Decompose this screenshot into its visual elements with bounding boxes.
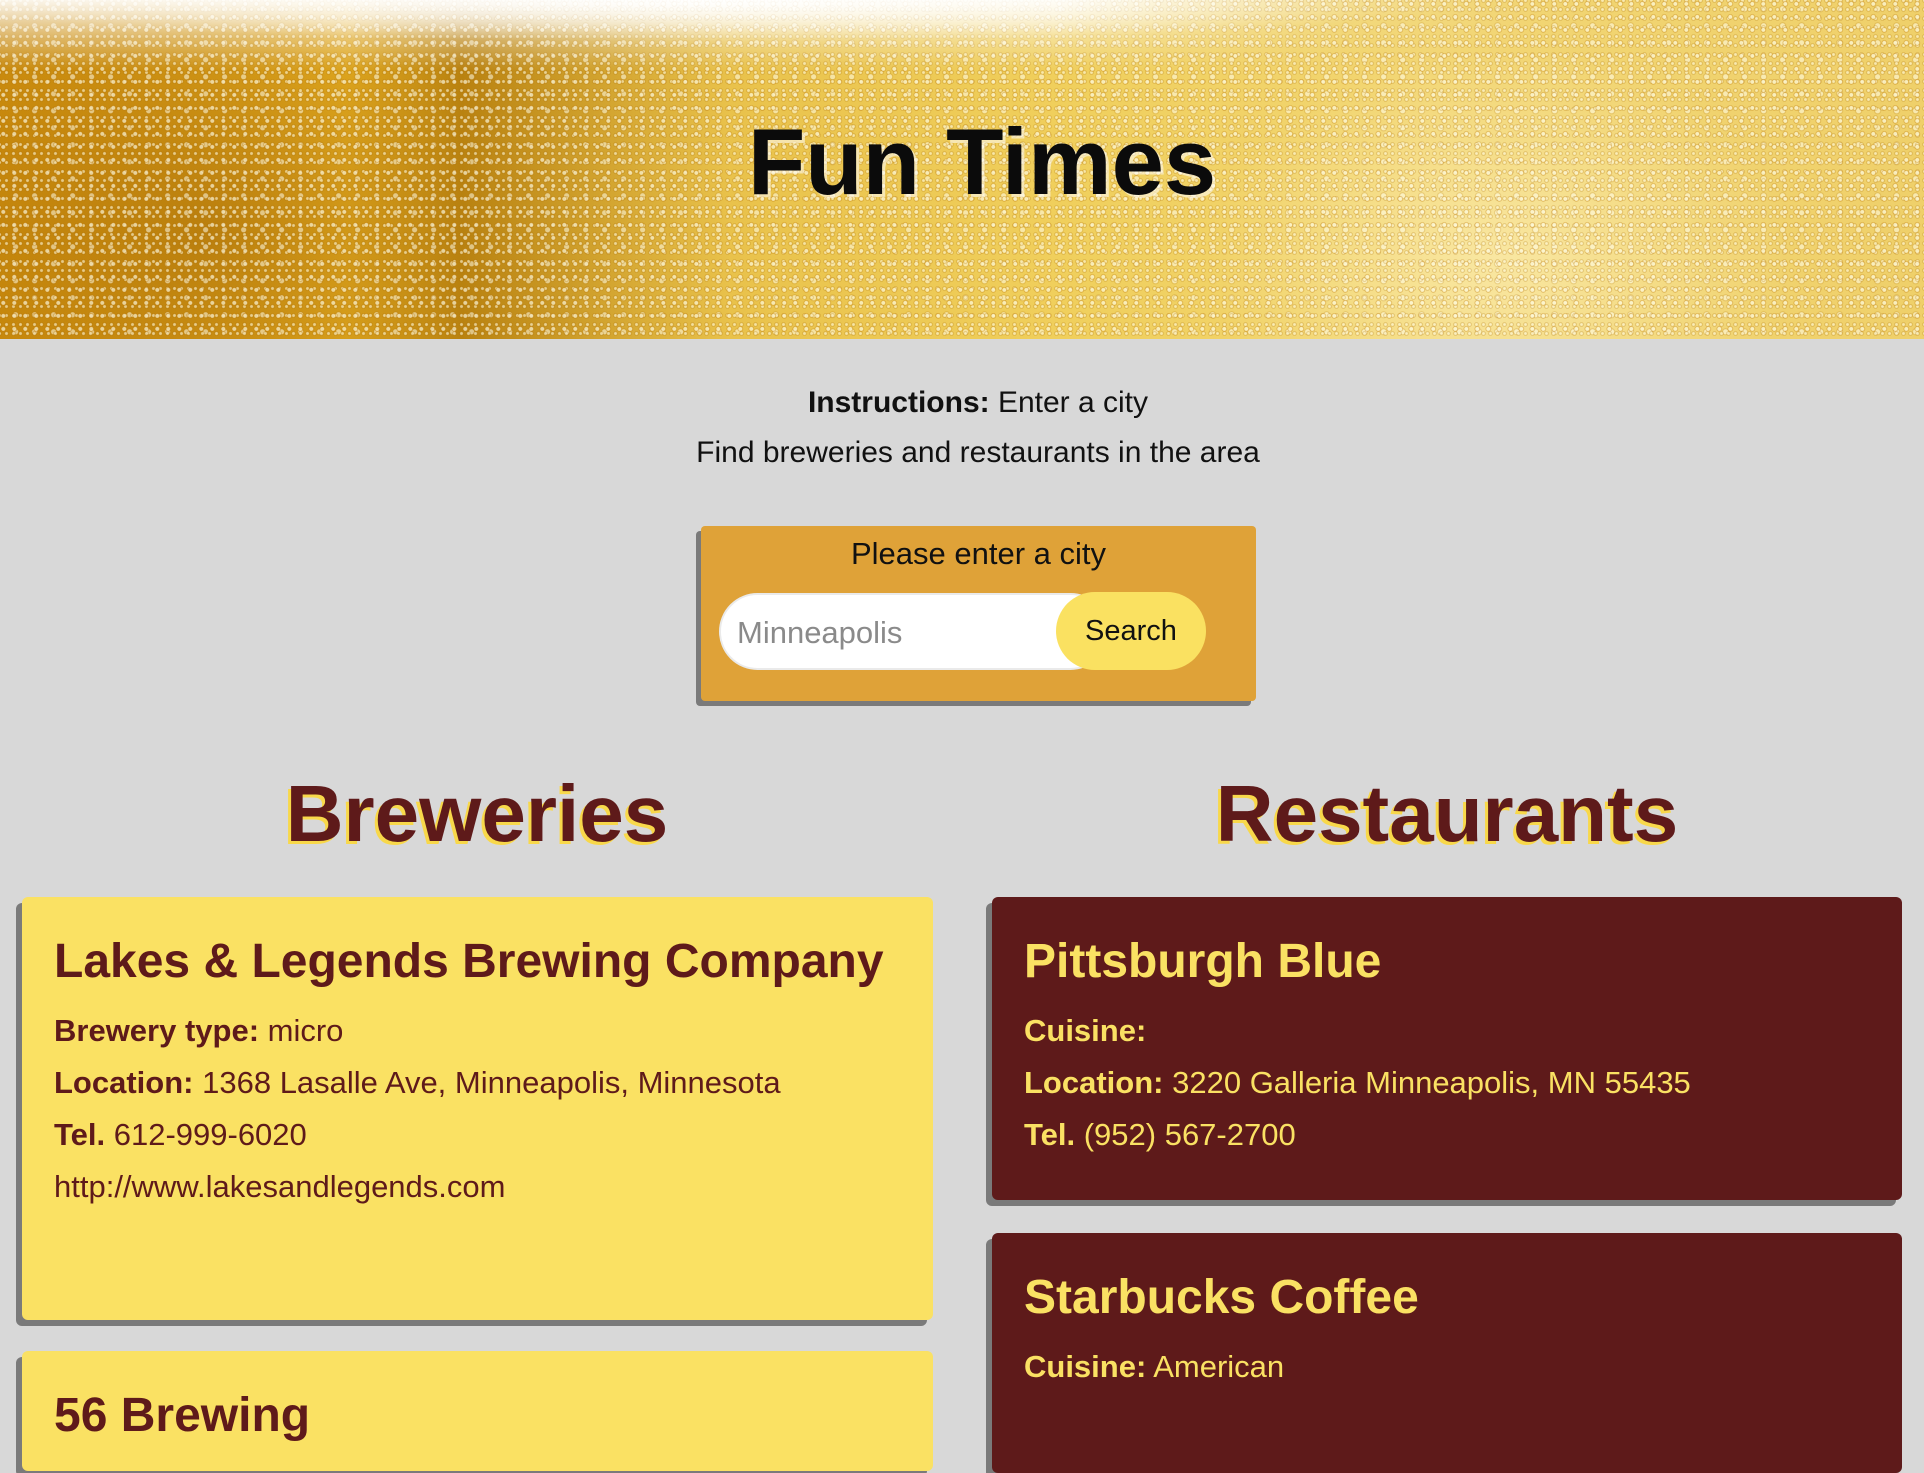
restaurant-location-value: 3220 Galleria Minneapolis, MN 55435 (1163, 1065, 1691, 1100)
brewery-name: 56 Brewing (54, 1389, 311, 1442)
restaurant-phone: Tel. (952) 567-2700 (1024, 1109, 1870, 1161)
brewery-location-value: 1368 Lasalle Ave, Minneapolis, Minnesota (193, 1065, 781, 1100)
city-search-field[interactable] (719, 593, 1109, 670)
brewery-type-value: micro (259, 1013, 344, 1048)
city-search-label: Please enter a city (850, 536, 1107, 571)
brewery-name: Lakes & Legends Brewing Company (54, 935, 884, 988)
brewery-type-label: Brewery type: (54, 1013, 260, 1048)
restaurant-phone-label: Tel. (1024, 1117, 1076, 1152)
restaurant-cuisine: Cuisine: (1024, 1005, 1870, 1057)
instructions-text: Enter a city (989, 386, 1149, 419)
city-search-input[interactable] (735, 595, 1039, 670)
brewery-location-label: Location: (54, 1065, 194, 1100)
instructions-label: Instructions: (807, 386, 990, 419)
city-search-panel: Please enter a city Search (701, 526, 1256, 701)
brewery-location: Location: 1368 Lasalle Ave, Minneapolis,… (54, 1057, 901, 1109)
restaurant-name: Starbucks Coffee (1024, 1271, 1419, 1324)
instructions-subtext: Find breweries and restaurants in the ar… (696, 436, 1260, 469)
restaurants-heading: Restaurants (1215, 769, 1679, 858)
instructions-line: Instructions: Enter a city (32, 378, 1924, 428)
instructions: Instructions: Enter a city Find brewerie… (0, 378, 1924, 478)
restaurant-cuisine-value: American (1146, 1349, 1285, 1384)
restaurant-phone-value: (952) 567-2700 (1075, 1117, 1296, 1152)
breweries-heading: Breweries (285, 769, 669, 858)
page-title: Fun Times (747, 109, 1217, 214)
brewery-phone-value: 612-999-6020 (105, 1117, 307, 1152)
brewery-card: 56 Brewing (22, 1351, 933, 1471)
restaurant-cuisine: Cuisine: American (1024, 1341, 1870, 1393)
restaurant-card: Pittsburgh Blue Cuisine: Location: 3220 … (992, 897, 1902, 1200)
hero-banner: Fun Times (0, 0, 1924, 339)
brewery-phone: Tel. 612-999-6020 (54, 1109, 901, 1161)
brewery-website-link[interactable]: http://www.lakesandlegends.com (54, 1161, 901, 1213)
brewery-card: Lakes & Legends Brewing Company Brewery … (22, 897, 933, 1320)
restaurant-name: Pittsburgh Blue (1024, 935, 1382, 988)
brewery-type: Brewery type: micro (54, 1005, 901, 1057)
brewery-phone-label: Tel. (54, 1117, 106, 1152)
search-button[interactable]: Search (1056, 592, 1206, 670)
restaurant-cuisine-label: Cuisine: (1024, 1013, 1147, 1048)
restaurant-location: Location: 3220 Galleria Minneapolis, MN … (1024, 1057, 1870, 1109)
restaurant-card: Starbucks Coffee Cuisine: American (992, 1233, 1902, 1473)
restaurant-cuisine-label: Cuisine: (1024, 1349, 1147, 1384)
restaurant-location-label: Location: (1024, 1065, 1164, 1100)
